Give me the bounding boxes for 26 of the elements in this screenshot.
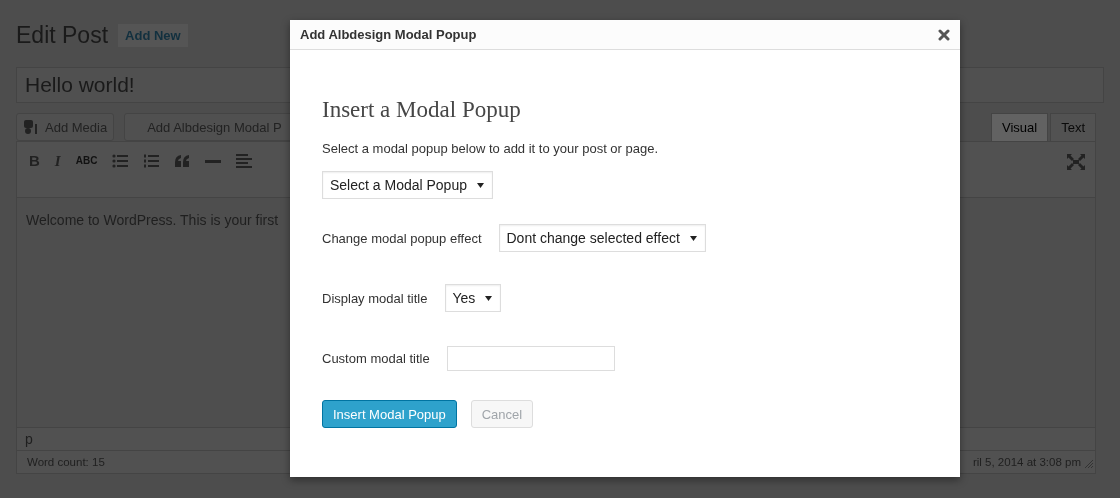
add-new-button[interactable]: Add New: [118, 23, 188, 47]
strikethrough-icon[interactable]: ABC: [75, 154, 98, 168]
popup-select[interactable]: Select a Modal Popup: [322, 171, 493, 199]
fullscreen-icon[interactable]: [1067, 154, 1085, 170]
caret-icon: [477, 182, 484, 188]
select-dropdown[interactable]: Yes: [444, 284, 502, 312]
field-label: Custom modal title: [322, 350, 430, 366]
input-field[interactable]: [446, 345, 615, 371]
editor-tab[interactable]: Text: [1050, 113, 1096, 141]
bullet-list-icon[interactable]: [112, 154, 129, 168]
modal-heading: Insert a Modal Popup: [322, 97, 521, 123]
quote-icon[interactable]: [174, 155, 191, 167]
field-label: Display modal title: [322, 290, 428, 306]
align-left-icon[interactable]: [236, 154, 253, 168]
numbered-list-icon[interactable]: [143, 154, 160, 168]
modal-intro: Select a modal popup below to add it to your post or page.: [322, 141, 659, 156]
modal-title: Add Albdesign Modal Popup: [300, 27, 477, 42]
caret-icon: [485, 295, 493, 301]
close-icon[interactable]: [938, 28, 950, 41]
field-label: Change modal popup effect: [322, 230, 482, 246]
select-dropdown[interactable]: Dont change selected effect: [498, 224, 706, 252]
caret-icon: [689, 235, 697, 241]
insert-button[interactable]: Insert Modal Popup: [322, 400, 457, 428]
resize-handle-icon[interactable]: [1084, 459, 1093, 468]
editor-tab[interactable]: Visual: [990, 113, 1049, 141]
media-icon: [23, 119, 39, 135]
